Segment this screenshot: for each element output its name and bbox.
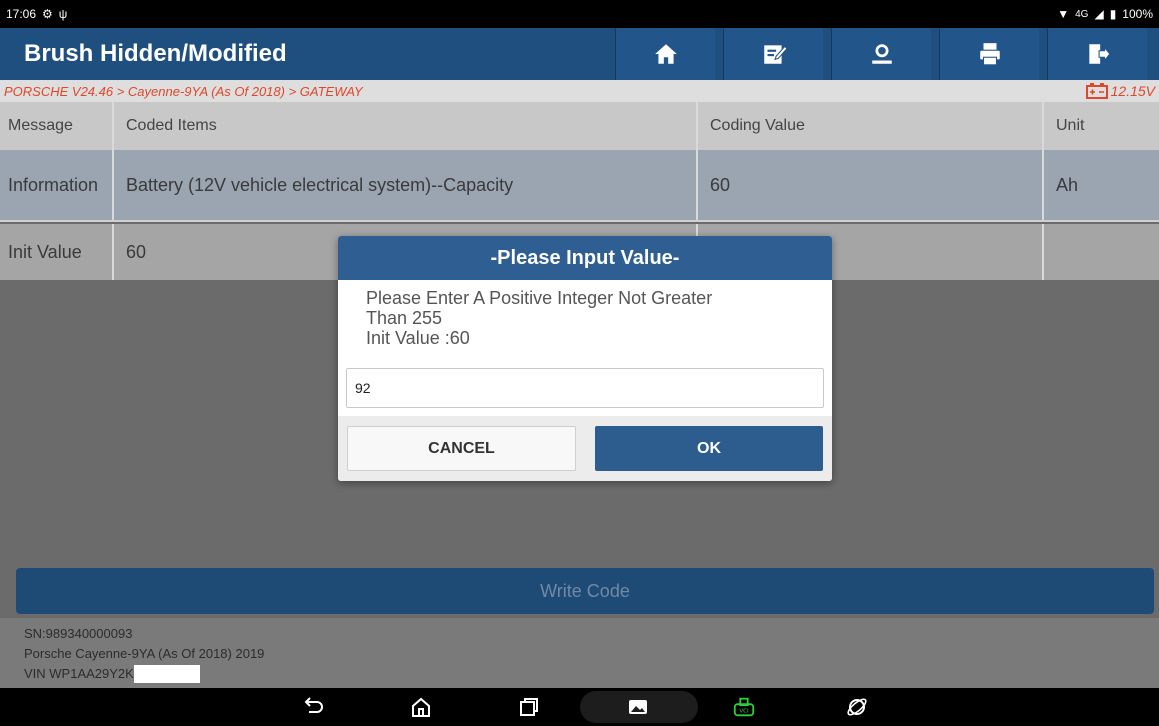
column-header-message: Message xyxy=(0,102,114,150)
title-bar: Brush Hidden/Modified xyxy=(0,28,1159,80)
vin-redaction xyxy=(133,665,200,683)
battery-level: 100% xyxy=(1122,7,1153,21)
gallery-icon xyxy=(629,700,647,714)
column-header-coding-value: Coding Value xyxy=(698,102,1044,150)
status-time: 17:06 xyxy=(6,7,37,21)
print-button[interactable] xyxy=(939,28,1039,80)
print-icon xyxy=(979,43,1000,66)
table-header: Message Coded Items Coding Value Unit xyxy=(0,102,1159,150)
wifi-icon: ▼ xyxy=(1057,7,1070,21)
gallery-button[interactable] xyxy=(626,695,650,719)
serial-number: SN:989340000093 xyxy=(24,626,133,641)
back-icon xyxy=(304,697,323,713)
write-code-button[interactable]: Write Code xyxy=(16,568,1154,614)
breadcrumb-path: PORSCHE V24.46 > Cayenne-9YA (As Of 2018… xyxy=(4,83,363,99)
table-row[interactable]: Information Battery (12V vehicle electri… xyxy=(0,150,1159,222)
home-nav-icon xyxy=(412,697,430,717)
dialog-message-line: Init Value :60 xyxy=(366,328,470,348)
value-input[interactable]: 92 xyxy=(346,368,824,408)
recents-button[interactable] xyxy=(517,695,541,719)
dialog-message-line: Please Enter A Positive Integer Not Grea… xyxy=(366,288,713,308)
dialog-message-line: Than 255 xyxy=(366,308,443,328)
user-support-icon xyxy=(871,44,892,64)
exit-button[interactable] xyxy=(1047,28,1147,80)
vci-icon: VCI xyxy=(733,697,755,717)
svg-text:VCI: VCI xyxy=(739,709,749,715)
row-unit xyxy=(1044,224,1159,280)
battery-voltage: 12.15V xyxy=(1085,83,1155,99)
notification-status-icon: ψ xyxy=(58,7,68,21)
cancel-button[interactable]: CANCEL xyxy=(347,426,576,471)
home-nav-button[interactable] xyxy=(409,695,433,719)
row-unit: Ah xyxy=(1056,174,1079,195)
car-battery-icon xyxy=(1085,83,1108,99)
vin-line: VIN WP1AA29Y2K xyxy=(24,664,1135,684)
browser-button[interactable] xyxy=(845,695,869,719)
vin-text: VIN WP1AA29Y2K xyxy=(24,666,134,681)
network-type: 4G xyxy=(1075,8,1089,20)
row-message: Init Value xyxy=(0,224,114,280)
exit-icon xyxy=(1088,44,1111,64)
status-bar: 17:06 ⚙ ψ ▼ 4G ◢ ▮ 100% xyxy=(0,0,1159,28)
signal-icon: ◢ xyxy=(1094,7,1104,21)
battery-icon: ▮ xyxy=(1109,7,1117,21)
dialog-message: Please Enter A Positive Integer Not Grea… xyxy=(338,280,832,368)
edit-report-button[interactable] xyxy=(723,28,823,80)
orbit-browser-icon xyxy=(847,698,867,716)
recents-icon xyxy=(520,698,538,716)
back-button[interactable] xyxy=(302,695,326,719)
vehicle-info: SN:989340000093 Porsche Cayenne-9YA (As … xyxy=(0,618,1159,688)
ok-button[interactable]: OK xyxy=(595,426,823,471)
column-header-unit: Unit xyxy=(1056,117,1085,134)
home-button[interactable] xyxy=(615,28,715,80)
voltage-value: 12.15V xyxy=(1110,83,1155,99)
settings-status-icon: ⚙ xyxy=(42,7,53,21)
dialog-button-bar: CANCEL OK xyxy=(338,416,832,481)
page-title: Brush Hidden/Modified xyxy=(24,40,287,67)
dialog-title: -Please Input Value- xyxy=(338,236,832,280)
edit-report-icon xyxy=(763,45,787,64)
vehicle-model: Porsche Cayenne-9YA (As Of 2018) 2019 xyxy=(24,646,265,661)
home-icon xyxy=(654,44,677,64)
row-message: Information xyxy=(0,150,114,220)
navigation-bar: VCI xyxy=(0,688,1159,726)
input-value-dialog: -Please Input Value- Please Enter A Posi… xyxy=(338,236,832,481)
breadcrumb: PORSCHE V24.46 > Cayenne-9YA (As Of 2018… xyxy=(0,80,1159,102)
row-coding-value: 60 xyxy=(698,150,1044,220)
column-header-coded-items: Coded Items xyxy=(114,102,698,150)
row-coded-item: Battery (12V vehicle electrical system)-… xyxy=(114,150,698,220)
user-support-button[interactable] xyxy=(831,28,931,80)
vci-button[interactable]: VCI xyxy=(732,695,756,719)
